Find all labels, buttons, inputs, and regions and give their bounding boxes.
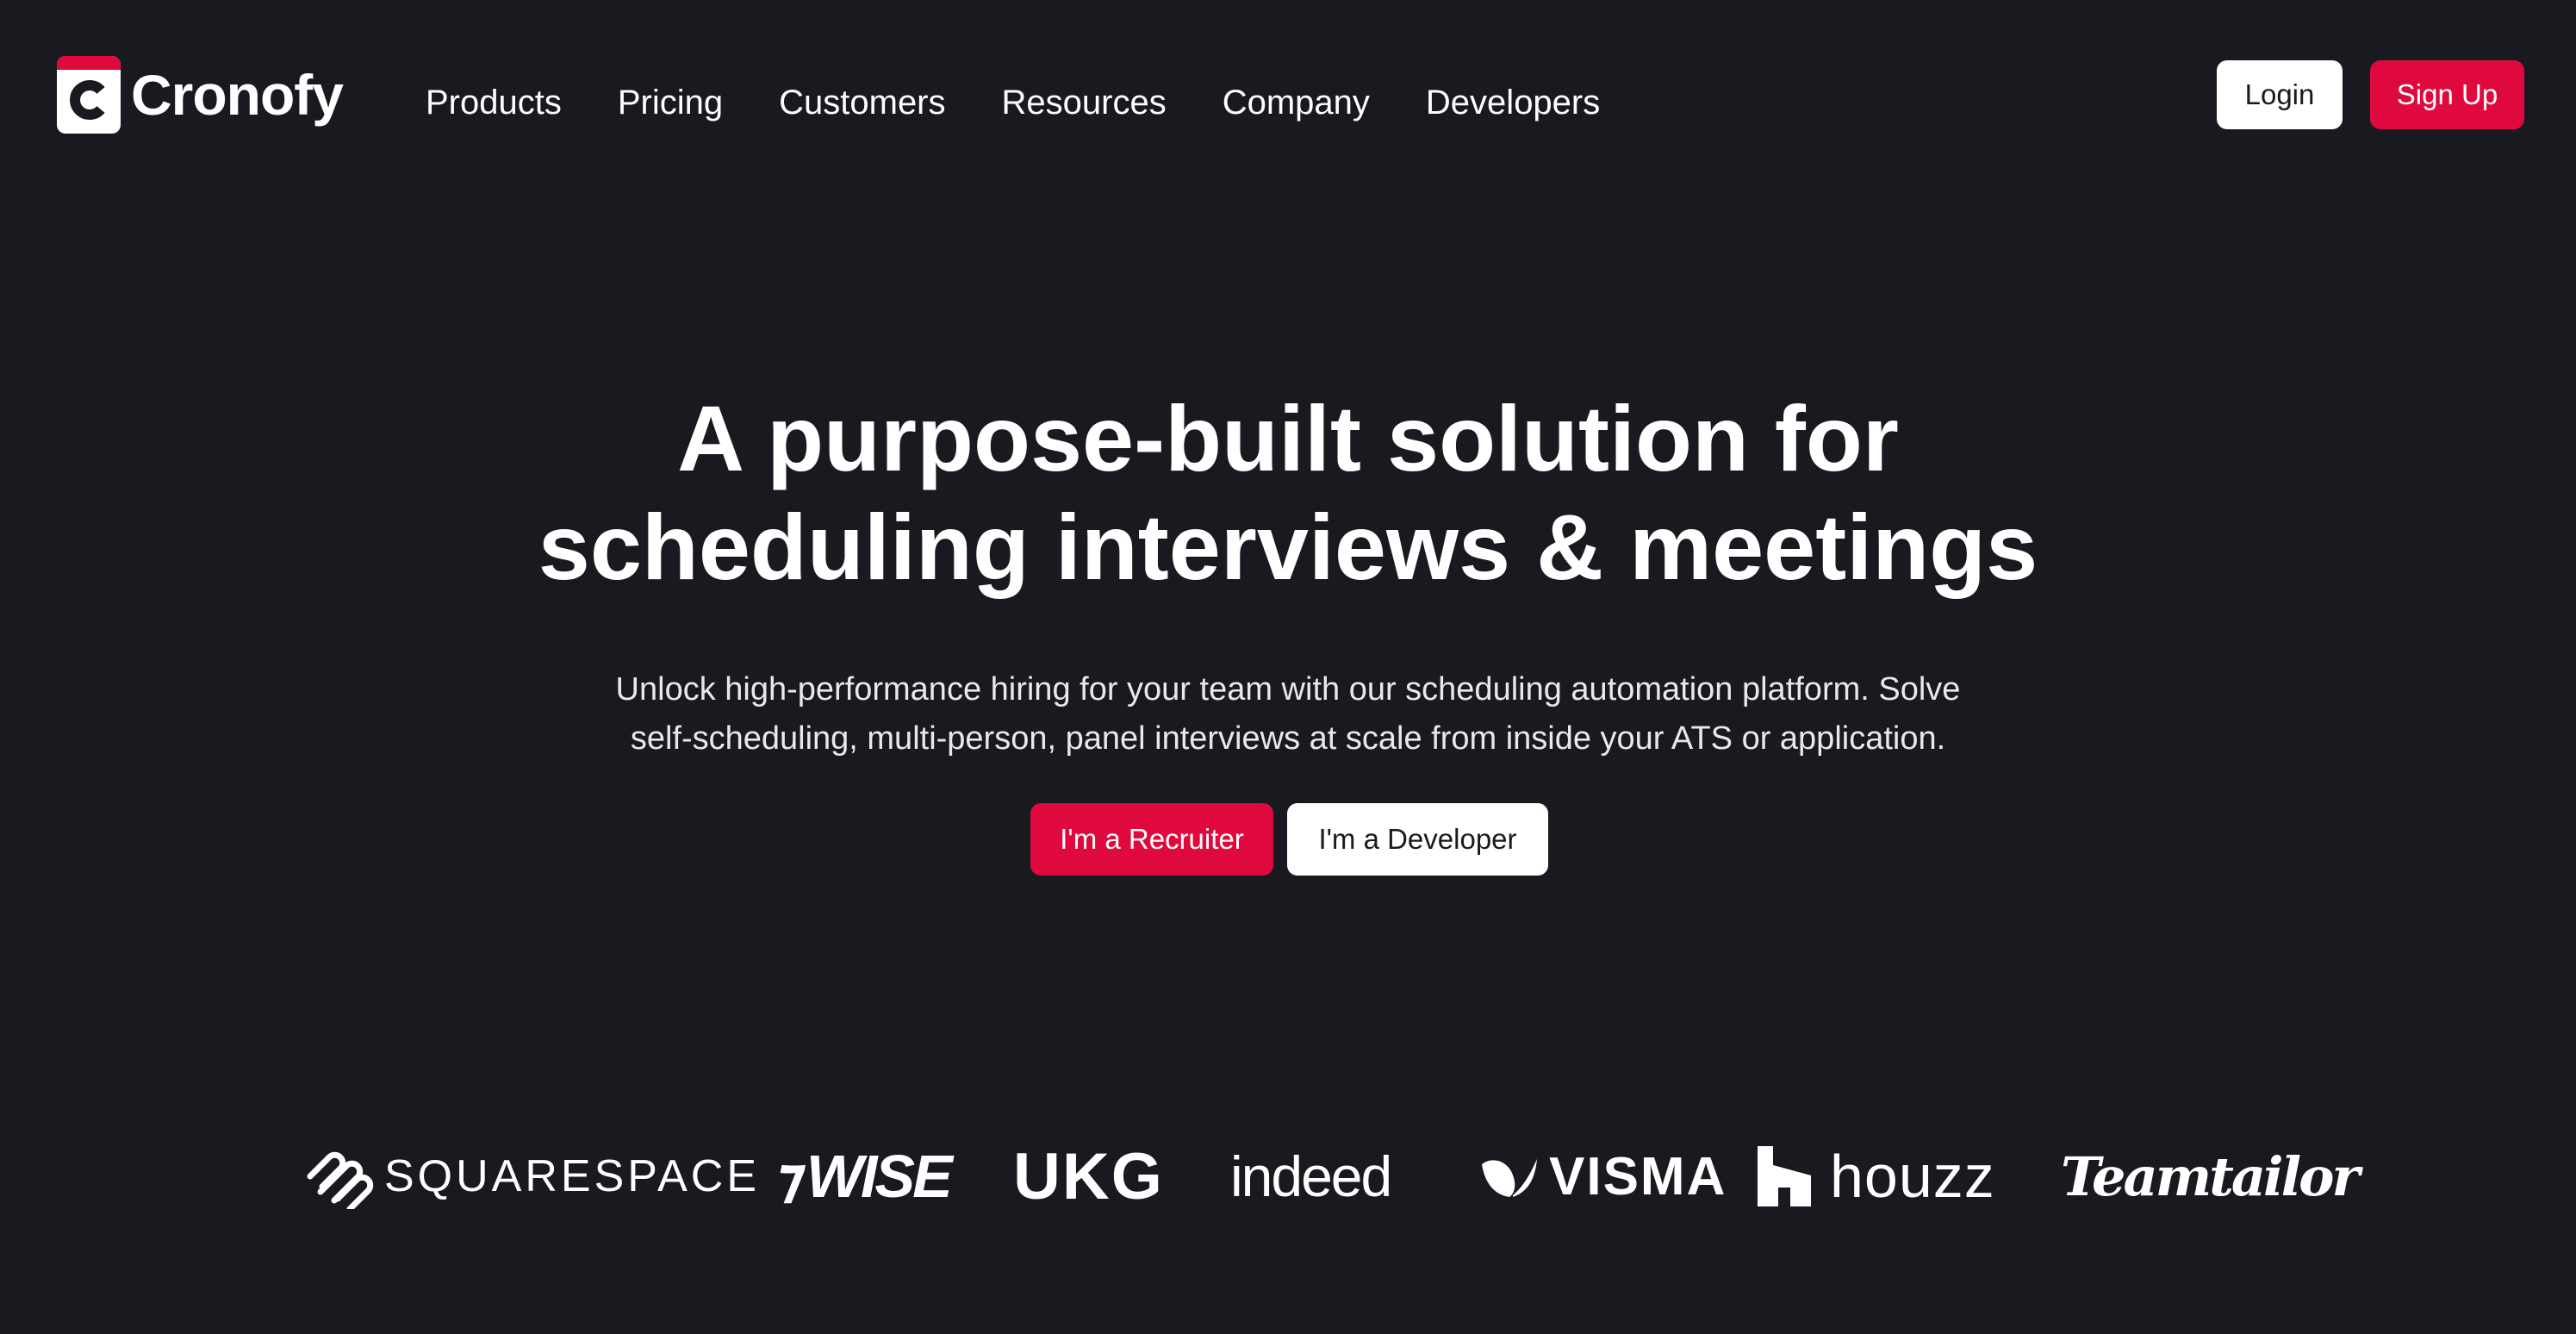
main-nav: Products Pricing Customers Resources Com…	[426, 76, 1600, 129]
hero-subtitle-line-1: Unlock high-performance hiring for your …	[615, 671, 1961, 708]
customer-logo-ukg: UKG	[1013, 1129, 1164, 1224]
customer-logo-teamtailor: Teamtailor	[2061, 1129, 2360, 1224]
customer-logo-houzz: houzz	[1758, 1129, 1995, 1224]
customer-logo-name: Teamtailor	[2061, 1144, 2360, 1208]
nav-item-resources[interactable]: Resources	[1002, 76, 1167, 129]
cronofy-logo[interactable]: Cronofy	[57, 55, 344, 134]
customer-logo-name: indeed	[1230, 1144, 1392, 1208]
customer-logo-name: VISMA	[1549, 1146, 1727, 1206]
nav-item-pricing[interactable]: Pricing	[618, 76, 723, 129]
squarespace-icon	[303, 1144, 376, 1209]
hero-title-line-1: A purpose-built solution for	[677, 386, 1899, 490]
customer-logo-name: UKG	[1013, 1139, 1164, 1213]
nav-item-company[interactable]: Company	[1223, 76, 1370, 129]
visma-icon	[1478, 1152, 1540, 1200]
customer-logo-visma: VISMA	[1478, 1129, 1727, 1224]
customer-logos: SQUARESPACE ⁊ WISE UKG indeed VISMA houz…	[0, 1129, 2576, 1224]
customer-logo-wise: ⁊ WISE	[775, 1129, 953, 1224]
houzz-house-icon	[1758, 1146, 1811, 1206]
wise-flag-icon: ⁊	[775, 1144, 805, 1208]
hero-title-line-2: scheduling interviews & meetings	[538, 495, 2038, 599]
customer-logo-name: houzz	[1830, 1143, 1995, 1210]
site-header: Cronofy Products Pricing Customers Resou…	[0, 0, 2576, 198]
customer-logo-squarespace: SQUARESPACE	[303, 1129, 760, 1224]
developer-button[interactable]: I'm a Developer	[1287, 803, 1548, 876]
login-button[interactable]: Login	[2217, 60, 2343, 129]
nav-item-customers[interactable]: Customers	[779, 76, 945, 129]
hero-subtitle: Unlock high-performance hiring for your …	[0, 665, 2576, 764]
signup-button[interactable]: Sign Up	[2370, 60, 2524, 129]
hero-title: A purpose-built solution for scheduling …	[0, 384, 2576, 602]
cronofy-c-icon	[57, 56, 121, 134]
customer-logo-name: SQUARESPACE	[384, 1151, 761, 1201]
customer-logo-indeed: indeed	[1230, 1129, 1392, 1224]
recruiter-button[interactable]: I'm a Recruiter	[1030, 803, 1273, 876]
hero-subtitle-line-2: self-scheduling, multi-person, panel int…	[630, 720, 1946, 757]
customer-logo-name: WISE	[806, 1143, 953, 1210]
nav-item-developers[interactable]: Developers	[1426, 76, 1600, 129]
logo-text: Cronofy	[131, 63, 344, 127]
nav-item-products[interactable]: Products	[426, 76, 562, 129]
